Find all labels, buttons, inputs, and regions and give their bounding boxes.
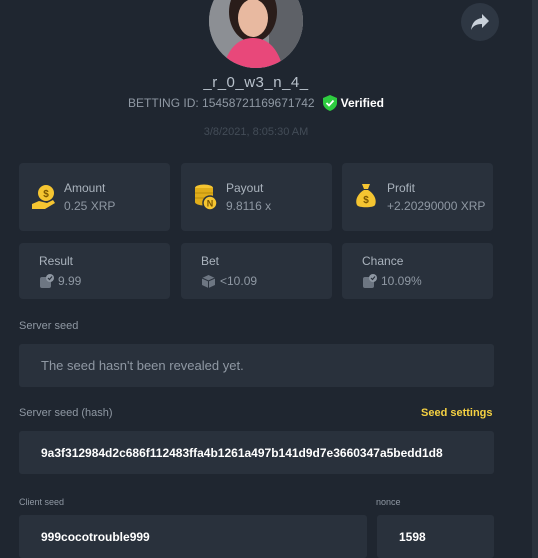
dice-check-icon: [40, 274, 54, 288]
avatar: [209, 0, 303, 68]
payout-label: Payout: [226, 181, 264, 195]
svg-text:$: $: [43, 189, 49, 200]
bet-label: Bet: [201, 254, 220, 268]
result-value: 9.99: [58, 274, 82, 288]
client-seed-field[interactable]: 999cocotrouble999: [19, 515, 367, 558]
payout-value: 9.8116 x: [226, 199, 272, 213]
bet-card: Bet <10.09: [181, 243, 332, 299]
scrollbar[interactable]: [532, 0, 538, 558]
profit-value: +2.20290000 XRP: [387, 199, 486, 213]
seed-settings-link[interactable]: Seed settings: [421, 407, 493, 419]
result-card: Result 9.99: [19, 243, 170, 299]
nonce-field[interactable]: 1598: [377, 515, 494, 558]
share-button[interactable]: [461, 3, 499, 41]
chance-card: Chance 10.09%: [342, 243, 493, 299]
dice-icon: [201, 275, 216, 288]
payout-card: N Payout 9.8116 x: [181, 163, 332, 231]
server-seed-hash-label: Server seed (hash): [19, 407, 113, 419]
share-icon: [471, 14, 489, 30]
amount-label: Amount: [64, 181, 106, 195]
bet-value: <10.09: [220, 274, 258, 288]
server-seed-label: Server seed: [19, 320, 79, 332]
nonce-label: nonce: [376, 497, 401, 507]
coin-stack-icon: N: [195, 184, 218, 211]
coin-hand-icon: $: [32, 185, 55, 209]
svg-text:N: N: [207, 199, 214, 209]
result-label: Result: [39, 254, 74, 268]
client-seed-label: Client seed: [19, 497, 65, 507]
profit-card: $ Profit +2.20290000 XRP: [342, 163, 493, 231]
bet-datetime: 3/8/2021, 8:05:30 AM: [203, 126, 309, 138]
server-seed-hash-field[interactable]: 9a3f312984d2c686f112483ffa4b1261a497b141…: [19, 431, 494, 474]
server-seed-field: The seed hasn't been revealed yet.: [19, 344, 494, 387]
profit-label: Profit: [387, 181, 416, 195]
amount-value: 0.25 XRP: [64, 199, 116, 213]
client-seed-value: 999cocotrouble999: [41, 529, 150, 544]
amount-card: $ Amount 0.25 XRP: [19, 163, 170, 231]
nonce-value: 1598: [399, 529, 426, 544]
betting-id: BETTING ID: 15458721169671742: [128, 96, 315, 110]
server-seed-hash-value: 9a3f312984d2c686f112483ffa4b1261a497b141…: [41, 445, 443, 460]
chance-value: 10.09%: [381, 274, 422, 288]
verified-label: Verified: [340, 96, 384, 110]
svg-text:$: $: [363, 195, 369, 206]
betting-id-row: BETTING ID: 15458721169671742 Verified: [0, 95, 512, 111]
verified-badge: Verified: [322, 95, 384, 111]
server-seed-value: The seed hasn't been revealed yet.: [41, 358, 244, 373]
shield-check-icon: [322, 95, 337, 111]
username: _r_0_w3_n_4_: [203, 74, 309, 91]
chance-label: Chance: [362, 254, 404, 268]
dice-check-icon: [363, 274, 377, 288]
money-bag-icon: $: [356, 184, 376, 208]
